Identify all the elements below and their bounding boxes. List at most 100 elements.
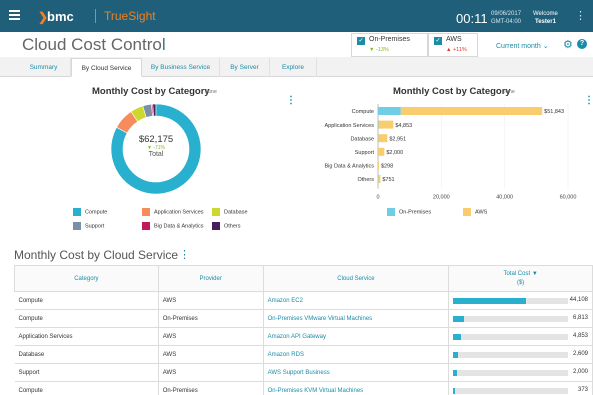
cell-cloud-service[interactable]: Amazon API Gateway xyxy=(263,327,450,346)
table-row[interactable]: Compute On-Premises On-Premises VMware Vir… xyxy=(14,309,593,328)
cost-bar-fill xyxy=(453,388,455,394)
clock: 00:11 xyxy=(456,11,488,26)
cell-total-cost: 6,813 xyxy=(448,309,593,328)
timezone-text: GMT-04:00 xyxy=(491,19,522,25)
logo-divider xyxy=(95,9,96,23)
donut-chart-title: Monthly Cost by Category xyxy=(92,86,210,97)
top-more-icon[interactable]: ⋮ xyxy=(575,9,586,22)
cell-cloud-service[interactable]: Amazon RDS xyxy=(263,345,450,364)
sort-down-icon: ▼ xyxy=(531,270,538,277)
legend-support[interactable]: Support xyxy=(73,222,104,230)
table-row[interactable]: Database AWS Amazon RDS 2,609 xyxy=(14,345,593,364)
legend-swatch xyxy=(463,208,471,216)
legend-label: Compute xyxy=(85,209,108,216)
section-more-icon[interactable]: ⋮ xyxy=(179,248,190,261)
bar-aws[interactable] xyxy=(378,175,381,183)
date-text: 09/06/2017 xyxy=(491,11,522,17)
cost-table: Category Provider Cloud Service Total Co… xyxy=(14,265,593,395)
tab-by-business-service[interactable]: By Business Service xyxy=(142,58,220,77)
username: Tester1 xyxy=(535,19,556,25)
table-row[interactable]: Support AWS AWS Support Business 2,000 xyxy=(14,363,593,382)
bar-chart-title: Monthly Cost by Category xyxy=(393,86,511,97)
period-value: Current month xyxy=(496,43,541,50)
cost-bar-fill xyxy=(453,334,462,340)
cost-bar-track xyxy=(453,316,569,322)
period-dropdown[interactable]: Current month ⌄ xyxy=(496,42,549,50)
bar-data-label: $2,951 xyxy=(389,136,406,142)
cost-bar-track xyxy=(453,388,569,394)
chevron-down-icon: ⌄ xyxy=(542,43,549,50)
column-header-total-cost[interactable]: Total Cost ▼ ($) xyxy=(448,265,593,292)
gear-icon[interactable]: ⚙ xyxy=(563,38,573,51)
tab-explore[interactable]: Explore xyxy=(270,58,317,77)
bar-chart: 0 20,000 40,000 60,000 Compute $51,843 Applica… xyxy=(324,104,577,201)
cost-value: 6,813 xyxy=(572,315,588,321)
user-menu[interactable]: Welcome Tester1 xyxy=(533,10,558,26)
table-row[interactable]: Compute AWS Amazon EC2 44,108 xyxy=(14,291,593,310)
legend-compute[interactable]: Compute xyxy=(73,208,107,216)
cost-bar-fill xyxy=(453,298,526,304)
tab-summary[interactable]: Summary xyxy=(17,58,71,77)
cell-cloud-service[interactable]: On-Premises VMware Virtual Machines xyxy=(263,309,450,328)
table-row[interactable]: Compute On-Premises On-Premises KVM Virtua… xyxy=(14,381,593,395)
x-tick-label: 40,000 xyxy=(496,195,513,201)
x-tick-label: 20,000 xyxy=(433,195,450,201)
bar-aws[interactable] xyxy=(400,107,543,115)
page-title: Cloud Cost Control xyxy=(22,35,166,54)
section-title: Monthly Cost by Cloud Service xyxy=(14,248,179,262)
donut-total-label: Total xyxy=(148,151,164,158)
table-row[interactable]: Application Services AWS Amazon API Gatewa… xyxy=(14,327,593,346)
legend-on-premises[interactable]: On-Premises xyxy=(387,208,431,216)
filter-aws[interactable]: ✓ AWS ▲ +11% xyxy=(428,33,478,57)
legend-swatch xyxy=(212,208,220,216)
legend-others[interactable]: Others xyxy=(212,222,241,230)
cell-provider: On-Premises xyxy=(158,309,264,328)
bar-data-label: $4,853 xyxy=(395,123,412,129)
legend-label: AWS xyxy=(475,209,488,216)
help-icon[interactable]: ? xyxy=(577,39,587,49)
legend-aws[interactable]: AWS xyxy=(463,208,487,216)
tab-by-cloud-service[interactable]: By Cloud Service xyxy=(71,58,142,77)
cell-provider: AWS xyxy=(158,345,264,364)
table-header-row: Category Provider Cloud Service Total Co… xyxy=(14,265,593,292)
cell-total-cost: 4,853 xyxy=(448,327,593,346)
legend-big-data[interactable]: Big Data & Analytics xyxy=(142,222,204,230)
title-more-icon[interactable]: ⋮ xyxy=(158,37,170,51)
cell-cloud-service[interactable]: AWS Support Business xyxy=(263,363,450,382)
bar-aws[interactable] xyxy=(378,120,394,129)
legend-application-services[interactable]: Application Services xyxy=(142,208,204,216)
bar-aws[interactable] xyxy=(378,147,385,156)
cell-category: Compute xyxy=(14,291,159,310)
bar-aws[interactable] xyxy=(378,134,388,143)
bar-chart-month: June xyxy=(503,89,515,95)
cell-cloud-service[interactable]: Amazon EC2 xyxy=(263,291,450,310)
legend-label: Big Data & Analytics xyxy=(154,223,204,230)
cell-cloud-service[interactable]: On-Premises KVM Virtual Machines xyxy=(263,381,450,395)
legend-label: Database xyxy=(224,209,248,216)
checkbox-checked-icon[interactable]: ✓ xyxy=(357,37,365,45)
legend-database[interactable]: Database xyxy=(212,208,248,216)
cell-total-cost: 2,609 xyxy=(448,345,593,364)
cost-bar-track xyxy=(453,298,569,304)
cell-total-cost: 2,000 xyxy=(448,363,593,382)
x-tick-label: 0 xyxy=(376,195,379,201)
x-tick-label: 60,000 xyxy=(560,195,577,201)
column-header-provider[interactable]: Provider xyxy=(157,265,264,292)
column-header-cloud-service[interactable]: Cloud Service xyxy=(262,265,450,292)
bar-aws[interactable] xyxy=(378,161,379,170)
bar-data-label: $51,843 xyxy=(544,109,564,115)
legend-swatch xyxy=(73,208,81,216)
cell-category: Database xyxy=(14,345,159,364)
donut-total-value: $62,175 xyxy=(138,134,174,145)
cell-provider: On-Premises xyxy=(158,381,264,395)
column-header-category[interactable]: Category xyxy=(14,265,159,292)
bar-on-premises[interactable] xyxy=(378,107,401,115)
legend-swatch xyxy=(212,222,220,230)
chart-more-icon[interactable]: ⋮ xyxy=(286,95,296,106)
filter-on-premises[interactable]: ✓ On-Premises ▼ -13% xyxy=(351,33,428,57)
hamburger-menu-icon[interactable] xyxy=(9,10,20,20)
cell-provider: AWS xyxy=(158,291,264,310)
tab-by-server[interactable]: By Server xyxy=(220,58,270,77)
filter-label: On-Premises xyxy=(369,36,410,43)
checkbox-checked-icon[interactable]: ✓ xyxy=(434,37,442,45)
